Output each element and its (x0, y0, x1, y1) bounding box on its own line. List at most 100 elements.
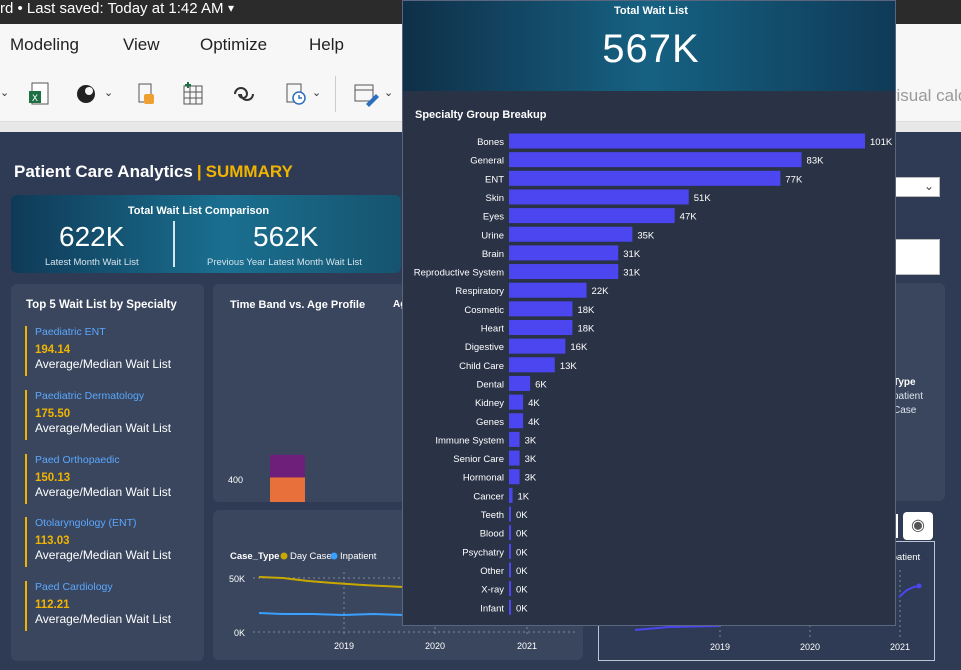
category-label: Digestive (465, 342, 504, 353)
list-item[interactable]: Paediatric Dermatology 175.50 Average/Me… (25, 390, 200, 440)
specialty-name: Paed Orthopaedic (35, 454, 120, 466)
excel-icon[interactable]: X (26, 80, 54, 108)
bar (509, 375, 531, 391)
category-label: Cancer (473, 491, 504, 502)
specialty-label: Average/Median Wait List (35, 485, 172, 499)
previous-year-value: 562K (253, 221, 319, 252)
bar (509, 320, 573, 335)
time-band-chart-panel[interactable]: Time Band vs. Age Profile Ag 020040018+M… (213, 284, 406, 502)
category-label: Kidney (475, 398, 504, 409)
category-label: Senior Care (453, 454, 504, 465)
bar (509, 338, 566, 354)
bar (509, 133, 865, 149)
bar (509, 170, 781, 186)
list-item[interactable]: Otolaryngology (ENT) 113.03 Average/Medi… (25, 517, 200, 567)
bar (509, 394, 524, 410)
menu-modeling[interactable]: Modeling (10, 35, 79, 55)
data-label: 18K (577, 305, 595, 316)
bar (509, 152, 802, 168)
top5-title: Top 5 Wait List by Specialty (26, 299, 177, 311)
specialty-value: 175.50 (35, 408, 71, 420)
x-tick-label: 2020 (425, 641, 445, 651)
bar (509, 357, 555, 373)
category-label: X-ray (481, 585, 504, 596)
menu-help[interactable]: Help (309, 35, 344, 55)
case-type-legend: Type patient Case (893, 377, 923, 416)
comparison-divider (173, 221, 175, 267)
chevron-down-icon[interactable]: ⌄ (312, 86, 321, 99)
bar (509, 189, 689, 205)
menu-view[interactable]: View (123, 35, 160, 55)
recent-sources-icon[interactable] (282, 80, 310, 108)
data-label: 0K (516, 529, 528, 540)
category-label: Blood (480, 529, 504, 540)
specialty-label: Average/Median Wait List (35, 548, 172, 562)
category-label: Skin (486, 193, 504, 204)
sql-server-icon[interactable] (132, 80, 160, 108)
data-label: 6K (535, 379, 547, 390)
data-label: 0K (516, 547, 528, 558)
inpatient-line (258, 612, 404, 617)
page-title: Patient Care Analytics | SUMMARY (14, 162, 293, 182)
report-title: Patient Care Analytics (14, 162, 193, 181)
bar (509, 599, 511, 615)
wait-list-comparison-card[interactable]: Total Wait List Comparison 622K Latest M… (11, 195, 401, 273)
x-tick-label: 2021 (517, 641, 537, 651)
specialty-breakup-popup[interactable]: Total Wait List 567K Specialty Group Bre… (402, 0, 896, 626)
category-label: Cosmetic (464, 305, 504, 316)
bar (509, 506, 511, 522)
category-label: Dental (477, 379, 504, 390)
specialty-label: Average/Median Wait List (35, 421, 172, 435)
x-tick-label: 2021 (890, 642, 910, 652)
specialty-name: Paediatric ENT (35, 326, 106, 338)
visual-calculation-label[interactable]: visual calc (888, 86, 961, 106)
summary-label: SUMMARY (205, 162, 293, 181)
enter-data-icon[interactable] (180, 80, 208, 108)
y-tick-label: 50K (229, 574, 245, 584)
data-label: 0K (516, 566, 528, 577)
list-item[interactable]: Paediatric ENT 194.14 Average/Median Wai… (25, 326, 200, 376)
data-label: 83K (807, 156, 825, 167)
bar (509, 562, 511, 578)
specialty-value: 112.21 (35, 599, 70, 611)
transform-data-icon[interactable] (352, 80, 380, 108)
dataverse-link-icon[interactable] (230, 80, 258, 108)
category-label: Eyes (483, 212, 504, 223)
legend-type-item: patient (893, 391, 924, 402)
bar (509, 469, 520, 485)
data-label: 31K (623, 249, 641, 260)
bar (509, 431, 520, 447)
list-item[interactable]: Paed Orthopaedic 150.13 Average/Median W… (25, 454, 200, 504)
data-label: 3K (525, 454, 537, 465)
bar (509, 413, 524, 429)
bar (509, 581, 511, 597)
chevron-down-icon[interactable]: ⌄ (384, 86, 393, 99)
dataverse-icon[interactable] (72, 80, 100, 108)
mini-series-line (898, 585, 920, 598)
chevron-down-icon[interactable]: ⌄ (104, 86, 113, 99)
category-label: Heart (481, 324, 505, 335)
data-label: 16K (570, 342, 588, 353)
specialty-label: Average/Median Wait List (35, 357, 172, 371)
x-tick-label: 2019 (710, 642, 730, 652)
data-label: 4K (528, 417, 540, 428)
comparison-title: Total Wait List Comparison (127, 205, 270, 217)
specialty-name: Paed Cardiology (35, 581, 113, 593)
chevron-down-icon[interactable]: ▾ (228, 1, 234, 15)
data-label: 4K (528, 398, 540, 409)
menu-optimize[interactable]: Optimize (200, 35, 267, 55)
category-label: Reproductive System (414, 268, 504, 279)
chevron-down-icon[interactable]: ⌄ (0, 86, 9, 99)
data-label: 3K (525, 435, 537, 446)
filter-box[interactable] (893, 239, 940, 275)
specialty-value: 194.14 (35, 344, 71, 356)
filter-dropdown[interactable]: ⌄ (893, 177, 940, 197)
category-label: Other (480, 566, 504, 577)
bar (509, 208, 675, 224)
category-label: Teeth (481, 510, 504, 521)
top5-specialty-panel[interactable]: Top 5 Wait List by Specialty Paediatric … (11, 284, 204, 661)
toggle-icon[interactable]: ◉ (903, 512, 933, 540)
data-label: 101K (870, 137, 893, 148)
category-label: Hormonal (463, 473, 504, 484)
list-item[interactable]: Paed Cardiology 112.21 Average/Median Wa… (25, 581, 200, 631)
